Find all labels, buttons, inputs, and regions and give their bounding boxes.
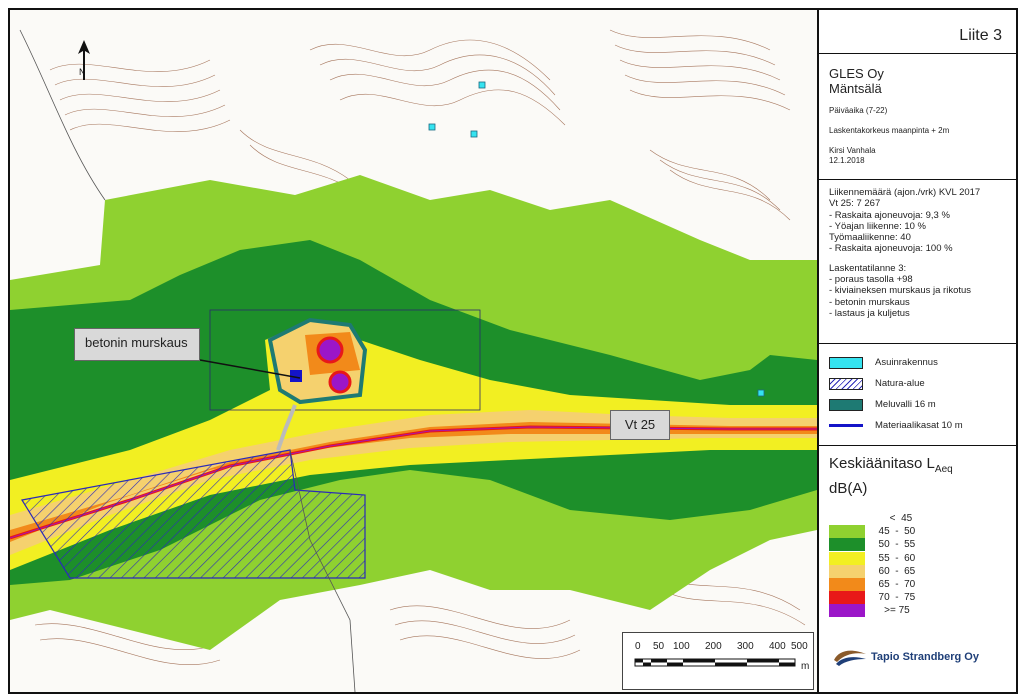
date-text: 12.1.2018 [829,156,865,165]
traffic-line: Liikennemäärä (ajon./vrk) KVL 2017 [829,187,981,198]
noise-map[interactable]: N betonin murskaus Vt 25 0 50 100 200 30… [10,10,819,692]
logo-text: Tapio Strandberg Oy [871,651,979,663]
noise-class-swatch [829,525,865,539]
company-name: GLES Oy [829,66,884,81]
noise-class-row: 45 - 50 [829,525,1016,539]
period-text: Päiväaika (7-22) [829,106,888,115]
scenario-line: - poraus tasolla +98 [829,274,913,286]
residence [478,81,486,89]
symbol-legend: Asuinrakennus Natura-alue Meluvalli 16 m… [819,344,1016,446]
noise-class-swatch [829,578,865,592]
traffic-line: - Raskaita ajoneuvoja: 100 % [829,243,953,255]
noise-class-row: 55 - 60 [829,551,1016,565]
scale-tick: 400 [769,641,786,652]
svg-text:N: N [79,67,86,77]
noise-legend: Keskiäänitaso LAeq dB(A) < 45 45 - 50 50… [819,446,1016,700]
noise-class-label: 65 - 70 [873,579,916,591]
noise-legend-unit: dB(A) [829,480,868,497]
noise-class-label: < 45 [873,513,913,525]
calc-height-text: Laskentakorkeus maanpinta + 2m [829,126,950,135]
callout-label: betonin murskaus [74,328,200,361]
scenario-line: - betonin murskaus [829,296,910,308]
noise-class-row: >= 75 [829,604,1016,618]
legend-label: Asuinrakennus [875,357,938,368]
scale-tick: 200 [705,641,722,652]
noise-class-swatch [829,604,865,618]
company-logo: Tapio Strandberg Oy [833,646,979,668]
legend-item-residence: Asuinrakennus [829,352,1016,373]
road-label: Vt 25 [610,410,670,440]
traffic-line: Vt 25: 7 267 [829,198,881,210]
barrier-swatch [829,398,863,411]
noise-class-swatch [829,538,865,552]
noise-legend-title: Keskiäänitaso LAeq [829,455,953,475]
noise-class-label: 50 - 55 [873,539,916,551]
traffic-line: - Raskaita ajoneuvoja: 9,3 % [829,209,950,221]
residence [757,389,765,397]
noise-class-label: >= 75 [873,605,910,617]
scale-unit: m [801,661,810,672]
author-text: Kirsi Vanhala [829,146,876,155]
noise-class-swatch [829,591,865,605]
legend-label: Materiaalikasat 10 m [875,420,963,431]
residence-swatch [829,356,863,369]
noise-class-row: < 45 [829,512,1016,526]
legend-label: Natura-alue [875,378,925,389]
legend-item-natura: Natura-alue [829,373,1016,394]
noise-class-label: 70 - 75 [873,592,916,604]
noise-class-label: 60 - 65 [873,565,916,577]
residence [428,123,436,131]
noise-class-swatch [829,551,865,565]
legend-item-barrier: Meluvalli 16 m [829,394,1016,415]
appendix-label: Liite 3 [819,10,1016,54]
scale-tick: 0 [635,641,641,652]
scenario-line: - kiviaineksen murskaus ja rikotus [829,285,972,297]
pile-swatch [829,424,863,427]
scale-tick: 500 [791,641,808,652]
noise-class-label: 55 - 60 [873,552,916,564]
noise-class-label: 45 - 50 [873,526,916,538]
noise-class-swatch [829,512,865,526]
scenario-line: - lastaus ja kuljetus [829,307,910,319]
noise-class-swatch [829,564,865,578]
legend-panel: Liite 3 GLES Oy Mäntsälä Päiväaika (7-22… [819,10,1016,692]
logo-icon [834,650,866,666]
scale-tick: 50 [653,641,665,652]
traffic-line: - Yöajan liikenne: 10 % [829,220,926,232]
scale-bar: 0 50 100 200 300 400 500 m [622,632,814,690]
residence [470,130,478,138]
scenario-line: Laskentatilanne 3: [829,262,907,274]
info-block: GLES Oy Mäntsälä Päiväaika (7-22) Lasken… [819,54,1016,180]
noise-class-row: 60 - 65 [829,564,1016,578]
legend-item-pile: Materiaalikasat 10 m [829,415,1016,436]
place-name: Mäntsälä [829,81,882,96]
noise-class-row: 65 - 70 [829,578,1016,592]
legend-label: Meluvalli 16 m [875,399,936,410]
natura-swatch [829,377,863,390]
noise-class-row: 50 - 55 [829,538,1016,552]
noise-class-row: 70 - 75 [829,591,1016,605]
traffic-line: Työmaaliikenne: 40 [829,232,911,244]
crusher-source [316,336,344,364]
scale-tick: 300 [737,641,754,652]
traffic-block: Liikennemäärä (ajon./vrk) KVL 2017 Vt 25… [819,180,1016,344]
scale-tick: 100 [673,641,690,652]
